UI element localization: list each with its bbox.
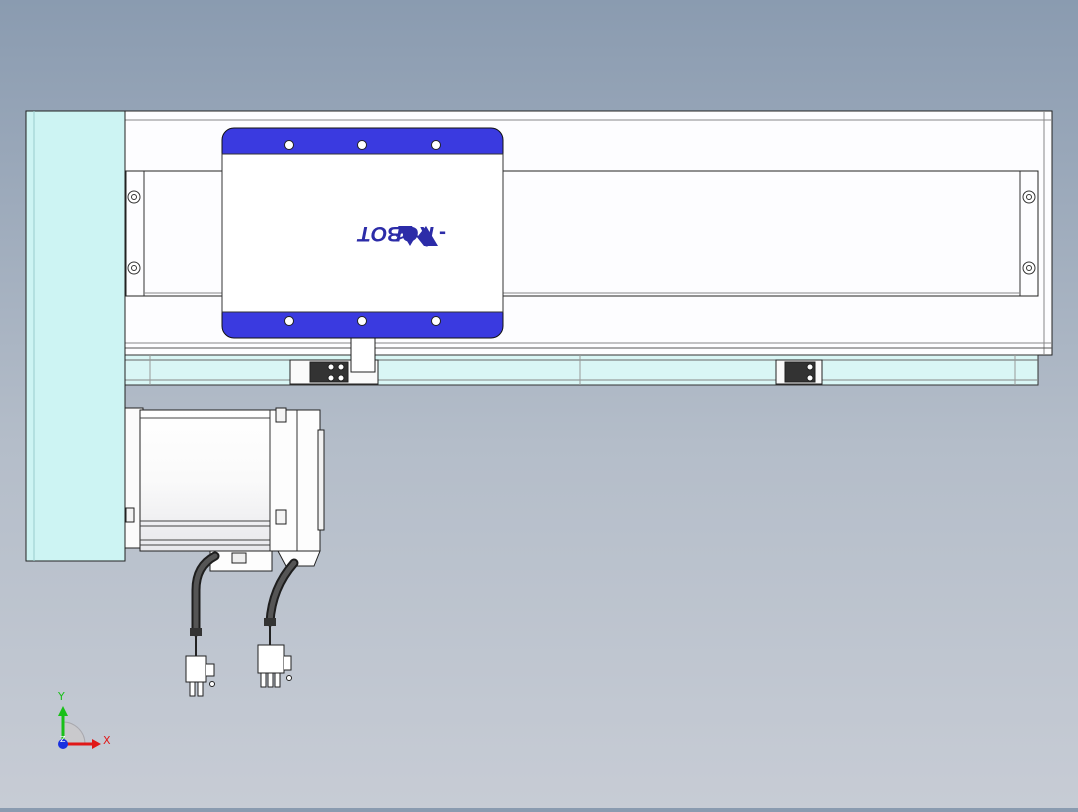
encoder-cable xyxy=(265,558,299,627)
linear-module-drawing: ROBOT - ® xyxy=(25,110,1053,749)
motor-mount-end-cap[interactable] xyxy=(25,110,126,562)
encoder-connector[interactable] xyxy=(257,644,292,688)
logo-hyphen: - xyxy=(439,222,446,245)
axis-x-label: X xyxy=(103,734,111,747)
robot-logo: ROBOT - ® xyxy=(356,222,446,248)
power-connector[interactable] xyxy=(185,655,215,697)
coordinate-triad-icon: X Y Z xyxy=(57,690,111,749)
cable-sleeve-left xyxy=(190,628,202,636)
cable-sleeve-right xyxy=(264,618,276,626)
axis-y-label: Y xyxy=(57,690,65,703)
sensor-rail xyxy=(123,354,1039,386)
sensor-dog xyxy=(350,337,376,373)
limit-sensor-right[interactable] xyxy=(775,359,823,385)
servo-motor[interactable] xyxy=(124,407,325,572)
cad-viewport[interactable]: ROBOT - ® xyxy=(0,0,1078,808)
axis-z-label: Z xyxy=(60,735,66,744)
